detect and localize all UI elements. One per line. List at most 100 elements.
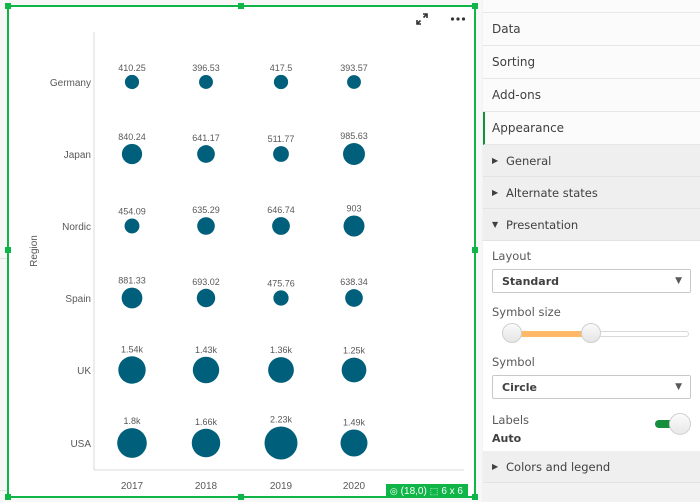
- chart-plot[interactable]: Region Germany Japan Nordic Spain UK USA 2017…: [9, 7, 474, 496]
- dropdown-caret-icon: ▼: [675, 382, 682, 392]
- tab-label: Add-ons: [492, 88, 541, 102]
- data-label: 840.24: [118, 132, 146, 142]
- slider-min-thumb[interactable]: [502, 323, 522, 343]
- data-point-bubble[interactable]: [268, 357, 294, 383]
- symbol-dropdown[interactable]: Circle ▼: [492, 375, 691, 399]
- toggle-knob: [669, 413, 691, 435]
- data-label: 985.63: [340, 131, 368, 141]
- tab-label: Appearance: [492, 121, 565, 135]
- resize-handle-top[interactable]: [238, 3, 244, 9]
- tab-label: Sorting: [492, 55, 536, 69]
- expand-arrows-icon[interactable]: [414, 11, 430, 27]
- data-point-bubble[interactable]: [273, 290, 289, 306]
- section-colors-and-legend[interactable]: ▶ Colors and legend: [483, 451, 700, 483]
- data-point-bubble[interactable]: [117, 428, 147, 458]
- app-root: Region Germany Japan Nordic Spain UK USA 2017…: [0, 0, 700, 502]
- layout-dropdown[interactable]: Standard ▼: [492, 269, 691, 293]
- symbol-label: Symbol: [492, 355, 535, 369]
- data-point-bubble[interactable]: [264, 426, 298, 460]
- position-size-badge: ◎ (18,0) ⬚ 6 x 6: [385, 484, 468, 498]
- data-point-bubble[interactable]: [343, 215, 365, 237]
- resize-handle-left[interactable]: [5, 247, 11, 253]
- data-point-bubble[interactable]: [343, 143, 365, 165]
- section-label: Presentation: [506, 217, 579, 232]
- resize-handle-top-left[interactable]: [5, 3, 11, 9]
- caret-right-icon: ▶: [492, 156, 499, 165]
- data-point-bubble[interactable]: [340, 429, 368, 457]
- data-point-bubble[interactable]: [341, 357, 367, 383]
- y-tick-label[interactable]: Spain: [65, 294, 91, 305]
- y-tick-label[interactable]: Germany: [50, 78, 91, 89]
- dropdown-caret-icon: ▼: [675, 276, 682, 286]
- data-point-bubble[interactable]: [192, 356, 220, 384]
- labels-value: Auto: [492, 432, 522, 445]
- section-general[interactable]: ▶ General: [483, 145, 700, 177]
- data-point-bubble[interactable]: [345, 289, 363, 307]
- x-tick-label[interactable]: 2019: [270, 481, 293, 492]
- chart-toolbar: [414, 11, 466, 27]
- symbol-size-range-slider[interactable]: [492, 321, 691, 345]
- resize-handle-bottom-left[interactable]: [5, 494, 11, 500]
- tab-sorting[interactable]: Sorting: [483, 46, 700, 79]
- data-label: 638.34: [340, 277, 368, 287]
- data-point-bubble[interactable]: [273, 146, 289, 162]
- data-point-bubble[interactable]: [118, 356, 146, 384]
- data-label: 635.29: [192, 205, 220, 215]
- labels-row: Labels Auto: [492, 413, 691, 445]
- data-label: 2.23k: [270, 415, 293, 425]
- data-point-bubble[interactable]: [197, 217, 215, 235]
- data-point-bubble[interactable]: [197, 145, 215, 163]
- y-axis-title: Region: [29, 235, 40, 267]
- x-tick-label[interactable]: 2020: [343, 481, 366, 492]
- y-tick-label[interactable]: Japan: [64, 150, 91, 161]
- y-tick-label[interactable]: Nordic: [62, 222, 91, 233]
- data-label: 1.43k: [195, 345, 218, 355]
- data-label: 641.17: [192, 133, 220, 143]
- scatter-chart-object[interactable]: Region Germany Japan Nordic Spain UK USA 2017…: [5, 3, 478, 500]
- section-label: General: [506, 153, 552, 168]
- data-point-bubble[interactable]: [121, 143, 143, 165]
- x-tick-label[interactable]: 2018: [195, 481, 218, 492]
- y-tick-label[interactable]: USA: [70, 439, 91, 450]
- section-alternate-states[interactable]: ▶ Alternate states: [483, 177, 700, 209]
- labels-toggle[interactable]: [655, 413, 691, 435]
- section-label: Colors and legend: [506, 459, 611, 474]
- data-point-bubble[interactable]: [124, 74, 140, 90]
- section-label: Alternate states: [506, 185, 598, 200]
- slider-max-thumb[interactable]: [580, 323, 601, 343]
- data-label: 1.66k: [195, 417, 218, 427]
- properties-panel: Data Sorting Add-ons Appearance ▶ Genera…: [483, 0, 700, 502]
- y-tick-label[interactable]: UK: [77, 366, 91, 377]
- data-point-bubble[interactable]: [124, 218, 140, 234]
- data-point-bubble[interactable]: [199, 75, 213, 89]
- resize-handle-bottom[interactable]: [238, 494, 244, 500]
- data-label: 1.8k: [123, 416, 141, 426]
- layout-value: Standard: [502, 274, 560, 288]
- section-presentation[interactable]: ▼ Presentation: [483, 209, 700, 241]
- data-label: 1.25k: [343, 346, 366, 356]
- presentation-body: Layout Standard ▼ Symbol size Symbol Cir…: [483, 241, 700, 451]
- more-horizontal-icon[interactable]: [450, 11, 466, 27]
- panel-header-spacer: [483, 0, 700, 13]
- slider-fill: [512, 331, 591, 337]
- data-point-bubble[interactable]: [272, 217, 290, 235]
- target-icon: ◎: [389, 485, 398, 496]
- tab-add-ons[interactable]: Add-ons: [483, 79, 700, 112]
- resize-handle-top-right[interactable]: [472, 3, 478, 9]
- tab-data[interactable]: Data: [483, 13, 700, 46]
- data-label: 646.74: [267, 205, 295, 215]
- data-point-bubble[interactable]: [196, 288, 216, 308]
- resize-handle-right[interactable]: [472, 247, 478, 253]
- data-point-bubble[interactable]: [273, 74, 289, 90]
- data-label: 475.76: [267, 278, 295, 288]
- x-tick-label[interactable]: 2017: [121, 481, 144, 492]
- position-readout: (18,0): [400, 485, 427, 497]
- data-point-bubble[interactable]: [347, 75, 361, 89]
- resize-handle-bottom-right[interactable]: [472, 494, 478, 500]
- data-point-bubble[interactable]: [191, 428, 221, 458]
- caret-right-icon: ▶: [492, 188, 499, 197]
- data-label: 881.33: [118, 276, 146, 286]
- data-point-bubble[interactable]: [121, 287, 143, 309]
- tab-appearance[interactable]: Appearance: [483, 112, 700, 145]
- size-readout: 6 x 6: [441, 485, 463, 497]
